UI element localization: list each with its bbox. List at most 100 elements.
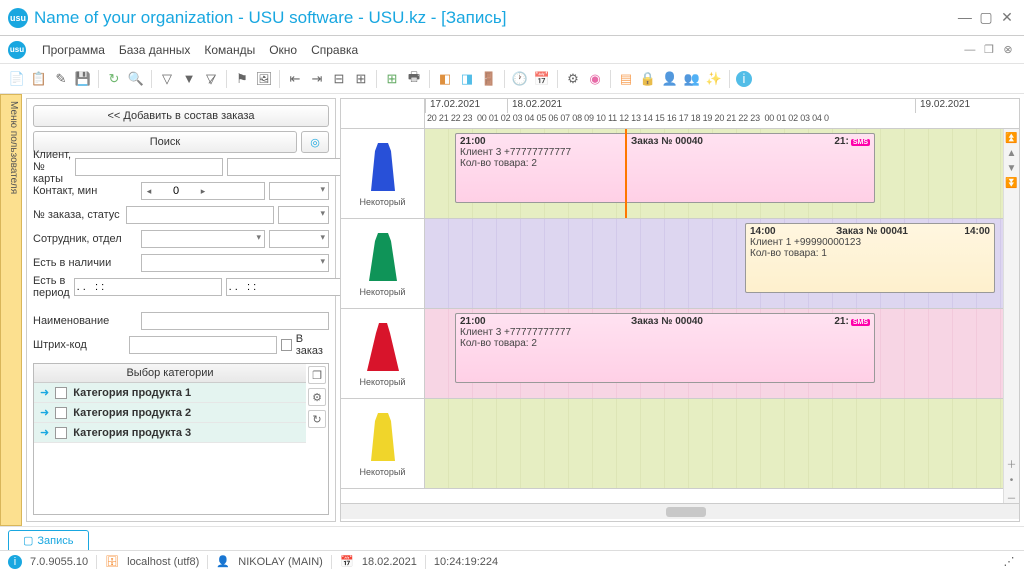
collapse-icon[interactable]: ⊟ bbox=[330, 70, 348, 88]
user-icon[interactable]: 👤 bbox=[661, 70, 679, 88]
timeline-track[interactable] bbox=[425, 399, 1019, 488]
menu-database[interactable]: База данных bbox=[119, 43, 190, 57]
timeline-track[interactable]: 21:00Заказ № 0004021:SMS Клиент 3 +77777… bbox=[425, 309, 1019, 398]
menu-commands[interactable]: Команды bbox=[204, 43, 255, 57]
order-block[interactable]: 21:00Заказ № 0004021:SMS Клиент 3 +77777… bbox=[455, 313, 875, 383]
scroll-up-icon[interactable]: ⏫ bbox=[1005, 133, 1017, 144]
barcode-input[interactable] bbox=[129, 336, 277, 354]
dept-combo[interactable] bbox=[269, 230, 329, 248]
scroll-thumb[interactable] bbox=[666, 507, 706, 517]
lock-icon[interactable]: 🔒 bbox=[639, 70, 657, 88]
menu-window[interactable]: Окно bbox=[269, 43, 297, 57]
search-icon[interactable]: 🔍 bbox=[127, 70, 145, 88]
chevron-right-icon: ➜ bbox=[40, 386, 49, 399]
copy-cat-icon[interactable]: ❐ bbox=[308, 366, 326, 384]
category-item-1[interactable]: ➜ Категория продукта 1 bbox=[34, 383, 306, 403]
tab-icon: ▢ bbox=[23, 534, 33, 547]
gear-icon[interactable]: ⚙ bbox=[564, 70, 582, 88]
product-name: Некоторый bbox=[360, 377, 406, 387]
contact-value[interactable] bbox=[156, 185, 196, 197]
user-status-icon: 👤 bbox=[216, 555, 230, 569]
product-cell[interactable]: Некоторый bbox=[341, 129, 425, 218]
mdi-restore-button[interactable]: ❐ bbox=[981, 43, 997, 56]
user-menu-tab[interactable]: Меню пользователя bbox=[0, 94, 22, 526]
name-input[interactable] bbox=[141, 312, 329, 330]
tab-record[interactable]: ▢ Запись bbox=[8, 530, 89, 550]
period-from[interactable] bbox=[74, 278, 222, 296]
category-checkbox[interactable] bbox=[55, 387, 67, 399]
menu-program[interactable]: Программа bbox=[42, 43, 105, 57]
category-item-3[interactable]: ➜ Категория продукта 3 bbox=[34, 423, 306, 443]
category-item-2[interactable]: ➜ Категория продукта 2 bbox=[34, 403, 306, 423]
save-icon[interactable]: 💾 bbox=[74, 70, 92, 88]
category-label: Категория продукта 3 bbox=[73, 427, 191, 439]
add-to-order-button[interactable]: << Добавить в состав заказа bbox=[33, 105, 329, 127]
resize-grip-icon[interactable]: ⋰ bbox=[1002, 555, 1016, 569]
info-status-icon[interactable]: i bbox=[8, 555, 22, 569]
scroll-down-icon[interactable]: ▼ bbox=[1007, 163, 1017, 174]
order-block[interactable]: 14:00Заказ № 0004114:00 Клиент 1 +999900… bbox=[745, 223, 995, 293]
window2-icon[interactable]: ◨ bbox=[458, 70, 476, 88]
spin-left-icon[interactable]: ◂ bbox=[142, 186, 156, 197]
print-icon[interactable]: 🖶 bbox=[405, 70, 423, 88]
date-label: 18.02.2021 bbox=[507, 99, 562, 113]
category-checkbox[interactable] bbox=[55, 427, 67, 439]
filter-icon[interactable]: ▽ bbox=[158, 70, 176, 88]
color-icon[interactable]: ◉ bbox=[586, 70, 604, 88]
filter3-icon[interactable]: ▽̷ bbox=[202, 70, 220, 88]
flag-icon[interactable]: ⚑ bbox=[233, 70, 251, 88]
mdi-minimize-button[interactable]: — bbox=[962, 44, 978, 56]
refresh-icon[interactable]: ↻ bbox=[105, 70, 123, 88]
settings-cat-icon[interactable]: ⚙ bbox=[308, 388, 326, 406]
contact-spinner[interactable]: ◂ ▸ bbox=[141, 182, 265, 200]
mdi-close-button[interactable]: ⊗ bbox=[1000, 43, 1016, 56]
order-input[interactable] bbox=[126, 206, 274, 224]
rss-icon[interactable]: ▤ bbox=[617, 70, 635, 88]
outdent-icon[interactable]: ⇥ bbox=[308, 70, 326, 88]
contact-combo[interactable] bbox=[269, 182, 329, 200]
zoom-in-icon[interactable]: ＋ bbox=[1007, 456, 1017, 471]
timeline-hscroll[interactable] bbox=[341, 503, 1019, 519]
close-button[interactable]: ✕ bbox=[998, 9, 1016, 26]
employee-combo[interactable] bbox=[141, 230, 265, 248]
minimize-button[interactable]: — bbox=[956, 9, 974, 25]
exit-icon[interactable]: 🚪 bbox=[480, 70, 498, 88]
scroll-up2-icon[interactable]: ▲ bbox=[1007, 148, 1017, 159]
image-icon[interactable]: 🖼 bbox=[255, 70, 273, 88]
edit-icon[interactable]: ✎ bbox=[52, 70, 70, 88]
new-icon[interactable]: 📄 bbox=[8, 70, 26, 88]
info-icon[interactable]: i bbox=[736, 71, 752, 87]
maximize-button[interactable]: ▢ bbox=[977, 9, 995, 26]
indent-icon[interactable]: ⇤ bbox=[286, 70, 304, 88]
wand-icon[interactable]: ✨ bbox=[705, 70, 723, 88]
client-input[interactable] bbox=[75, 158, 223, 176]
timeline-track[interactable]: 14:00Заказ № 0004114:00 Клиент 1 +999900… bbox=[425, 219, 1019, 308]
toorder-checkbox[interactable] bbox=[281, 339, 292, 351]
zoom-dot-icon[interactable]: • bbox=[1010, 475, 1014, 486]
filter2-icon[interactable]: ▼ bbox=[180, 70, 198, 88]
window-icon[interactable]: ◧ bbox=[436, 70, 454, 88]
refresh-cat-icon[interactable]: ↻ bbox=[308, 410, 326, 428]
instock-combo[interactable] bbox=[141, 254, 329, 272]
copy-icon[interactable]: 📋 bbox=[30, 70, 48, 88]
users-icon[interactable]: 👥 bbox=[683, 70, 701, 88]
category-header: Выбор категории bbox=[34, 364, 306, 383]
product-cell[interactable]: Некоторый bbox=[341, 309, 425, 398]
spin-right-icon[interactable]: ▸ bbox=[196, 186, 210, 197]
scroll-down2-icon[interactable]: ⏬ bbox=[1005, 178, 1017, 189]
expand-icon[interactable]: ⊞ bbox=[352, 70, 370, 88]
timeline-body[interactable]: Некоторый 21:00Заказ № 0004021:SMS Клиен… bbox=[341, 129, 1019, 503]
clock-icon[interactable]: 🕐 bbox=[511, 70, 529, 88]
search-button[interactable]: Поиск bbox=[33, 131, 297, 153]
sms-badge-icon: SMS bbox=[851, 319, 870, 326]
order-block[interactable]: 21:00Заказ № 0004021:SMS Клиент 3 +77777… bbox=[455, 133, 875, 203]
status-combo[interactable] bbox=[278, 206, 329, 224]
category-checkbox[interactable] bbox=[55, 407, 67, 419]
product-cell[interactable]: Некоторый bbox=[341, 219, 425, 308]
search-target-icon[interactable]: ◎ bbox=[301, 131, 329, 153]
timeline-track[interactable]: 21:00Заказ № 0004021:SMS Клиент 3 +77777… bbox=[425, 129, 1019, 218]
calendar-icon[interactable]: 📅 bbox=[533, 70, 551, 88]
product-cell[interactable]: Некоторый bbox=[341, 399, 425, 488]
excel-icon[interactable]: ⊞ bbox=[383, 70, 401, 88]
menu-help[interactable]: Справка bbox=[311, 43, 358, 57]
